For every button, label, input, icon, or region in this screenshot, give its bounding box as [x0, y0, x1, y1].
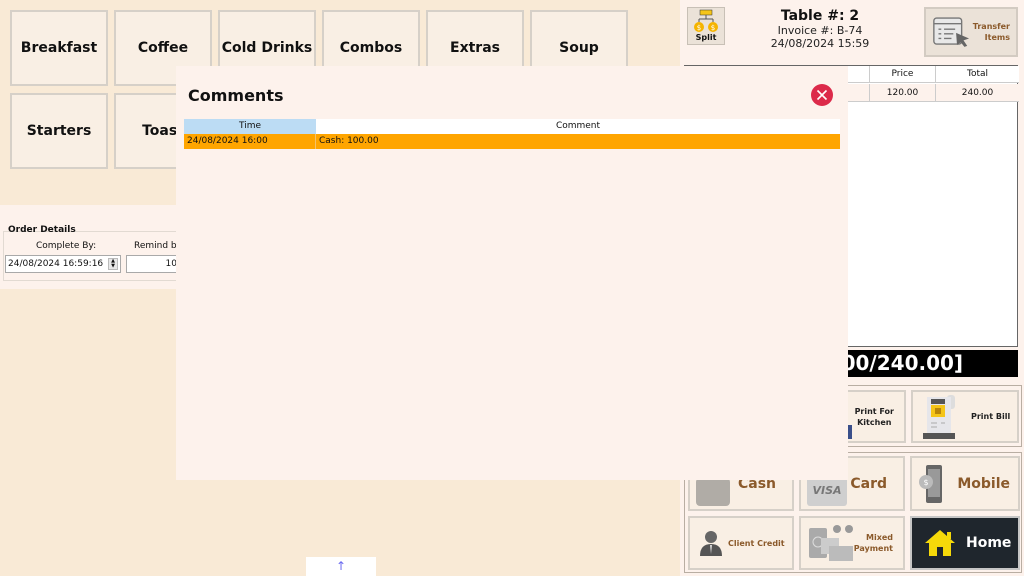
- column-header-comment[interactable]: Comment: [316, 119, 840, 134]
- items-row-total[interactable]: 240.00: [935, 84, 1019, 102]
- transfer-items-icon: [933, 17, 970, 47]
- mixed-payment-line1: Mixed: [865, 533, 893, 542]
- split-icon: $ $: [694, 9, 718, 32]
- invoice-number: Invoice #: B-74: [777, 24, 863, 37]
- category-label: Starters: [26, 123, 92, 139]
- items-column-header-total[interactable]: Total: [935, 66, 1019, 83]
- split-label: Split: [695, 33, 717, 42]
- complete-by-label: Complete By:: [36, 241, 97, 251]
- items-row-price[interactable]: 120.00: [869, 84, 935, 102]
- client-credit-button[interactable]: Client Credit: [688, 516, 794, 570]
- mobile-label: Mobile: [957, 475, 1010, 492]
- print-kitchen-label: Print For Kitchen: [855, 406, 894, 428]
- comments-grid-header: Time Comment: [184, 119, 840, 134]
- home-icon: [925, 530, 955, 556]
- mixed-payment-label: Mixed Payment: [854, 532, 893, 554]
- category-label: Cold Drinks: [221, 40, 313, 56]
- category-starters[interactable]: Starters: [10, 93, 108, 169]
- category-label: Coffee: [137, 40, 189, 56]
- table-info: Table #: 2 Invoice #: B-74 24/08/2024 15…: [740, 8, 900, 50]
- print-kitchen-line2: Kitchen: [857, 417, 892, 427]
- comments-title: Comments: [188, 86, 284, 105]
- order-details-panel: Order Details Complete By: Remind be 24/…: [0, 205, 203, 289]
- mixed-payment-button[interactable]: Mixed Payment: [799, 516, 905, 570]
- total-value: .00/240.00]: [834, 351, 964, 375]
- card-label: Card: [850, 475, 887, 492]
- client-credit-label: Client Credit: [728, 538, 785, 548]
- table-number: Table #: 2: [780, 8, 860, 24]
- mixed-payment-line2: Payment: [853, 544, 893, 553]
- transfer-items-label: Transfer Items: [973, 21, 1010, 43]
- complete-by-datetime-input[interactable]: 24/08/2024 16:59:16 ▲ ▼: [5, 255, 121, 273]
- svg-text:$: $: [923, 478, 928, 487]
- client-person-icon: [700, 531, 722, 556]
- close-icon: [816, 89, 828, 101]
- arrow-up-icon: ↑: [335, 559, 347, 573]
- category-breakfast[interactable]: Breakfast: [10, 10, 108, 86]
- datetime-spinner[interactable]: ▲ ▼: [108, 258, 118, 270]
- table-row[interactable]: 24/08/2024 16:00 Cash: 100.00: [184, 134, 840, 149]
- transfer-items-button[interactable]: Transfer Items: [924, 7, 1018, 57]
- category-label: Extras: [450, 40, 500, 56]
- receipt-printer-icon: [923, 394, 955, 439]
- cash-icon: [696, 478, 730, 506]
- print-bill-label: Print Bill: [971, 412, 1011, 421]
- complete-by-value: 24/08/2024 16:59:16: [8, 259, 104, 269]
- comments-grid[interactable]: Time Comment 24/08/2024 16:00 Cash: 100.…: [184, 119, 840, 149]
- column-header-time[interactable]: Time: [184, 119, 316, 134]
- transfer-label-line1: Transfer: [972, 22, 1010, 31]
- print-kitchen-line1: Print For: [854, 406, 894, 416]
- remind-before-label: Remind be: [134, 241, 183, 251]
- svg-text:$: $: [711, 24, 715, 32]
- transfer-label-line2: Items: [984, 33, 1010, 42]
- mobile-button[interactable]: $ Mobile: [910, 456, 1020, 511]
- row-time[interactable]: 24/08/2024 16:00: [184, 134, 316, 149]
- mobile-phone-icon: $: [919, 465, 942, 503]
- mixed-payment-icon: [809, 525, 853, 561]
- comments-dialog: Comments Time Comment 24/08/2024 16:00 C…: [176, 66, 848, 480]
- print-bill-button[interactable]: Print Bill: [911, 390, 1019, 443]
- home-button[interactable]: Home: [910, 516, 1020, 570]
- category-label: Combos: [339, 40, 403, 56]
- split-button[interactable]: $ $ Split: [687, 7, 725, 45]
- category-label: Soup: [559, 40, 599, 56]
- order-details-legend: Order Details: [8, 225, 76, 235]
- home-label: Home: [966, 535, 1012, 551]
- close-button[interactable]: [811, 84, 833, 106]
- row-comment[interactable]: Cash: 100.00: [316, 134, 840, 149]
- items-column-header-price[interactable]: Price: [869, 66, 935, 83]
- scroll-up-button[interactable]: ↑: [306, 557, 376, 576]
- svg-text:$: $: [697, 24, 701, 32]
- visa-card-icon: VISA: [807, 476, 847, 506]
- invoice-datetime: 24/08/2024 15:59: [770, 37, 870, 50]
- category-label: Breakfast: [20, 40, 98, 56]
